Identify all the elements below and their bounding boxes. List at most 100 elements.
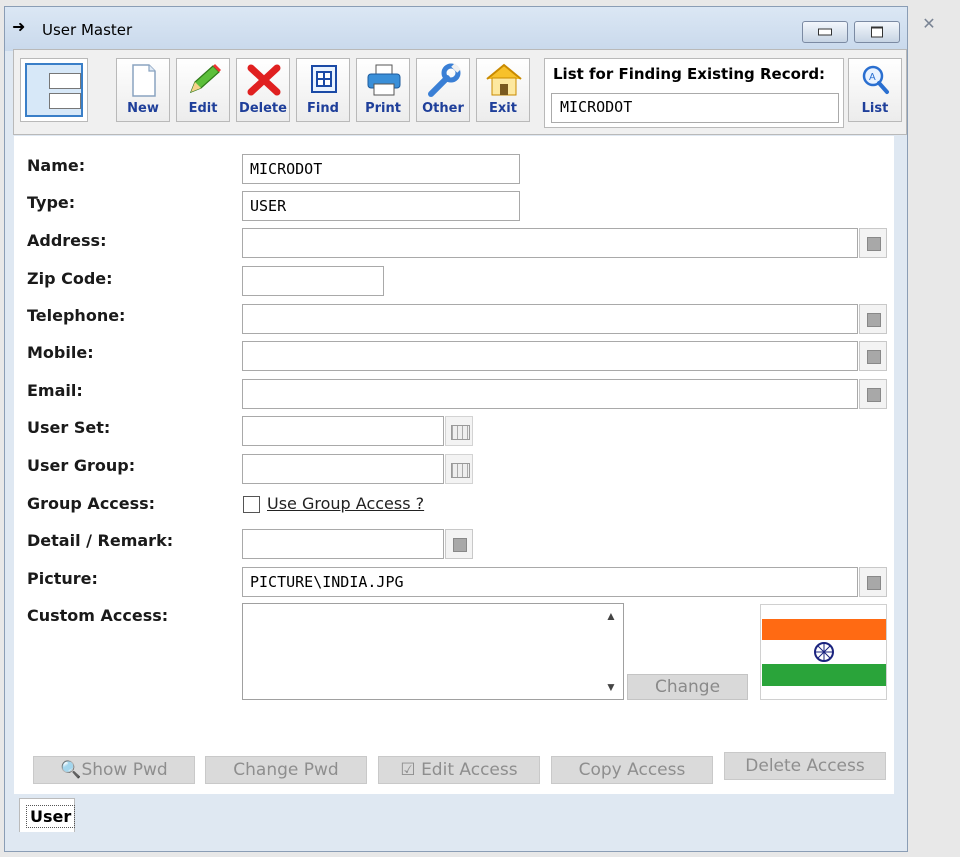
- use-group-access-label[interactable]: Use Group Access ?: [267, 494, 424, 513]
- new-document-icon: [117, 62, 169, 98]
- copy-access-label: Copy Access: [578, 760, 686, 780]
- use-group-access-checkbox[interactable]: [243, 496, 260, 513]
- minimize-icon: [818, 28, 832, 36]
- telephone-label: Telephone:: [27, 306, 126, 325]
- find-grid-icon: [297, 62, 349, 98]
- exit-button[interactable]: Exit: [476, 58, 530, 122]
- close-button[interactable]: ✕: [912, 13, 946, 37]
- close-icon: ✕: [922, 16, 936, 33]
- scroll-down-icon[interactable]: ▼: [601, 677, 621, 697]
- user-group-picker-button[interactable]: [445, 454, 473, 484]
- change-pwd-label: Change Pwd: [233, 760, 339, 780]
- list-label: List: [861, 101, 889, 116]
- detail-remark-label: Detail / Remark:: [27, 531, 174, 550]
- print-button[interactable]: Print: [356, 58, 410, 122]
- list-button[interactable]: A List: [848, 58, 902, 122]
- change-picture-button[interactable]: Change: [627, 674, 748, 700]
- title-bar: ➜ User Master: [5, 7, 907, 51]
- lookup-icon: [867, 313, 881, 327]
- user-set-label: User Set:: [27, 418, 111, 437]
- form-icon: [20, 58, 88, 122]
- telephone-input[interactable]: [242, 304, 858, 334]
- zip-code-label: Zip Code:: [27, 269, 113, 288]
- picture-label: Picture:: [27, 569, 98, 588]
- custom-access-label: Custom Access:: [27, 606, 169, 625]
- lookup-icon: [867, 237, 881, 251]
- exit-label: Exit: [489, 101, 517, 116]
- magnifier-icon: A: [849, 62, 901, 98]
- user-group-label: User Group:: [27, 456, 136, 475]
- custom-access-textarea[interactable]: ▲ ▼: [242, 603, 624, 700]
- delete-access-label: Delete Access: [745, 756, 865, 776]
- copy-access-button[interactable]: Copy Access: [551, 756, 713, 784]
- edit-access-button[interactable]: ☑ Edit Access: [378, 756, 540, 784]
- tab-user[interactable]: User: [19, 798, 76, 832]
- show-password-button[interactable]: 🔍Show Pwd: [33, 756, 195, 784]
- email-input[interactable]: [242, 379, 858, 409]
- detail-remark-lookup-button[interactable]: [445, 529, 473, 559]
- edit-label: Edit: [188, 101, 218, 116]
- mobile-input[interactable]: [242, 341, 858, 371]
- scroll-up-icon[interactable]: ▲: [601, 606, 621, 626]
- zip-code-input[interactable]: [242, 266, 384, 296]
- edit-button[interactable]: Edit: [176, 58, 230, 122]
- print-label: Print: [365, 101, 401, 116]
- arrow-right-icon: ➜: [12, 19, 26, 36]
- wrench-icon: [417, 62, 469, 98]
- mobile-lookup-button[interactable]: [859, 341, 887, 371]
- delete-access-button[interactable]: Delete Access: [724, 752, 886, 780]
- toolbar: New Edit Delete Find Print Other Exit Li…: [13, 49, 907, 135]
- lookup-icon: [867, 350, 881, 364]
- find-panel-title: List for Finding Existing Record:: [553, 65, 826, 83]
- user-group-input[interactable]: [242, 454, 444, 484]
- edit-access-label: Edit Access: [421, 760, 518, 780]
- custom-access-scrollbar[interactable]: ▲ ▼: [601, 606, 621, 697]
- maximize-icon: [871, 26, 883, 38]
- find-button[interactable]: Find: [296, 58, 350, 122]
- new-label: New: [127, 101, 159, 116]
- find-label: Find: [307, 101, 339, 116]
- delete-label: Delete: [239, 101, 287, 116]
- change-password-button[interactable]: Change Pwd: [205, 756, 367, 784]
- browse-picture-icon: [867, 576, 881, 590]
- show-pwd-label: Show Pwd: [81, 760, 168, 780]
- telephone-lookup-button[interactable]: [859, 304, 887, 334]
- address-input[interactable]: [242, 228, 858, 258]
- email-label: Email:: [27, 381, 83, 400]
- lookup-icon: [867, 388, 881, 402]
- pencil-icon: [177, 62, 229, 98]
- name-input[interactable]: MICRODOT: [242, 154, 520, 184]
- picture-path-input[interactable]: PICTURE\INDIA.JPG: [242, 567, 858, 597]
- house-icon: [477, 62, 529, 98]
- group-access-label: Group Access:: [27, 494, 156, 513]
- type-input[interactable]: USER: [242, 191, 520, 221]
- other-button[interactable]: Other: [416, 58, 470, 122]
- tab-user-label: User: [26, 805, 76, 828]
- name-label: Name:: [27, 156, 86, 175]
- picture-browse-button[interactable]: [859, 567, 887, 597]
- printer-icon: [357, 62, 409, 98]
- find-existing-record-panel: List for Finding Existing Record: MICROD…: [544, 58, 844, 128]
- other-label: Other: [422, 101, 464, 116]
- maximize-button[interactable]: [854, 21, 900, 43]
- window-title: User Master: [42, 21, 133, 39]
- table-icon: [451, 425, 470, 440]
- find-record-input[interactable]: MICRODOT: [551, 93, 839, 123]
- new-button[interactable]: New: [116, 58, 170, 122]
- type-label: Type:: [27, 193, 76, 212]
- change-label: Change: [654, 677, 721, 697]
- address-label: Address:: [27, 231, 107, 250]
- detail-remark-input[interactable]: [242, 529, 444, 559]
- svg-text:A: A: [869, 72, 876, 83]
- red-x-icon: [237, 62, 289, 98]
- minimize-button[interactable]: [802, 21, 848, 43]
- user-set-input[interactable]: [242, 416, 444, 446]
- email-lookup-button[interactable]: [859, 379, 887, 409]
- table-icon: [451, 463, 470, 478]
- delete-button[interactable]: Delete: [236, 58, 290, 122]
- user-set-picker-button[interactable]: [445, 416, 473, 446]
- user-picture-india-flag: [760, 604, 887, 700]
- address-lookup-button[interactable]: [859, 228, 887, 258]
- mobile-label: Mobile:: [27, 343, 94, 362]
- lookup-icon: [453, 538, 467, 552]
